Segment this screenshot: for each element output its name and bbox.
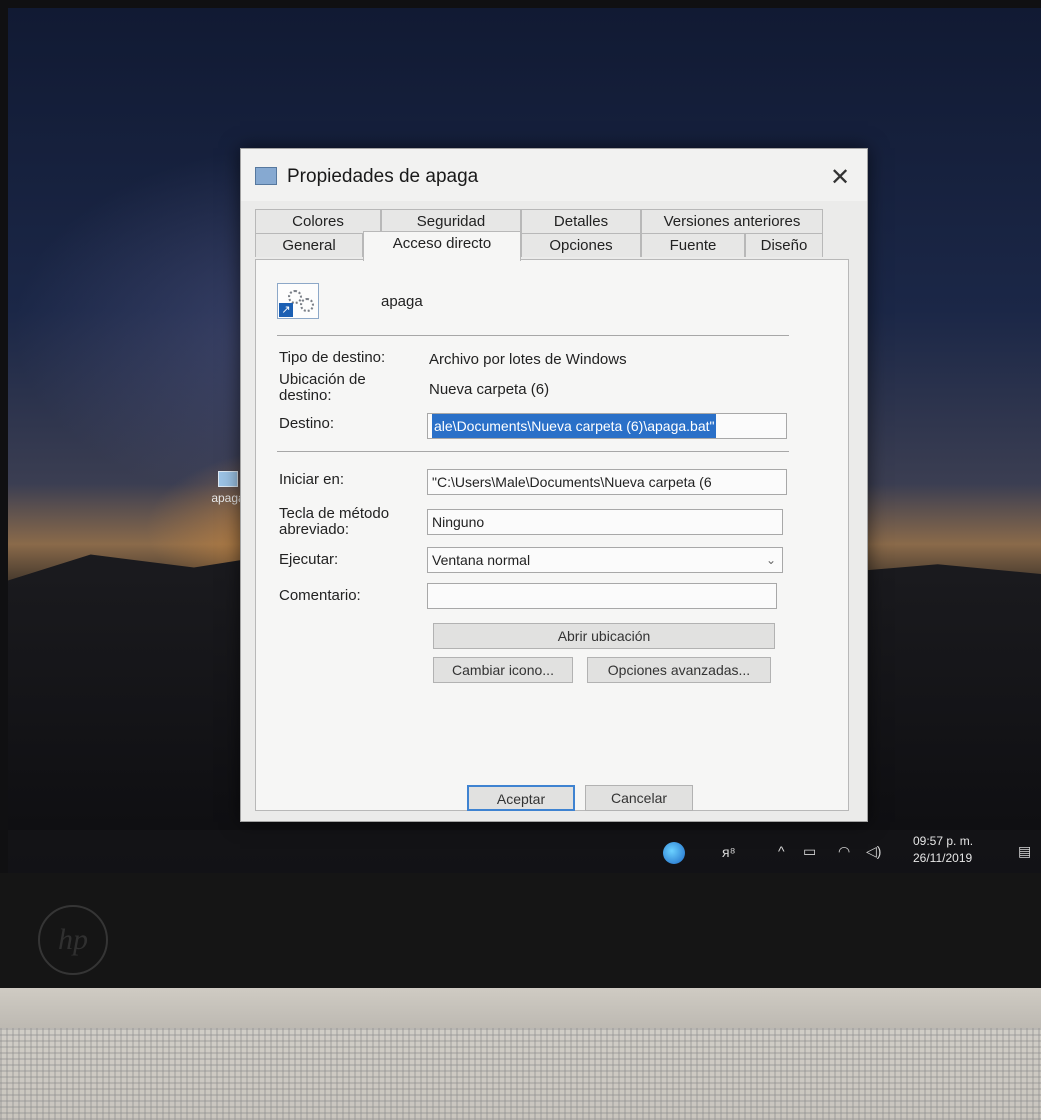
dialog-titlebar[interactable]: Propiedades de apaga ✕ — [241, 149, 867, 201]
shortcut-app-icon — [255, 167, 277, 185]
value-tipo-destino: Archivo por lotes de Windows — [429, 351, 627, 368]
tab-fuente[interactable]: Fuente — [641, 233, 745, 257]
tab-acceso-directo[interactable]: Acceso directo — [363, 231, 521, 261]
chevron-down-icon: ⌄ — [765, 553, 776, 567]
value-ubicacion-destino: Nueva carpeta (6) — [429, 381, 550, 398]
label-iniciar-en: Iniciar en: — [279, 471, 345, 488]
tab-diseno[interactable]: Diseño — [745, 233, 823, 257]
batch-file-icon — [218, 471, 238, 487]
advanced-options-button[interactable]: Opciones avanzadas... — [587, 657, 771, 683]
notifications-icon[interactable]: ▤ — [1018, 843, 1031, 860]
properties-dialog: Propiedades de apaga ✕ Colores Seguridad… — [240, 148, 868, 822]
label-tipo-destino: Tipo de destino: — [279, 349, 386, 366]
label-ubicacion-destino-2: destino: — [279, 387, 332, 404]
divider — [277, 335, 789, 336]
label-tecla-2: abreviado: — [279, 521, 350, 538]
tab-seguridad[interactable]: Seguridad — [381, 209, 521, 233]
change-icon-button[interactable]: Cambiar icono... — [433, 657, 573, 683]
shortcut-key-input[interactable]: Ninguno — [427, 509, 783, 535]
laptop-bezel — [0, 873, 1041, 988]
clock-time[interactable]: 09:57 p. m. — [913, 834, 973, 848]
dialog-title: Propiedades de apaga — [287, 166, 479, 187]
clock-date[interactable]: 26/11/2019 — [913, 851, 972, 865]
label-destino: Destino: — [279, 415, 335, 432]
battery-icon[interactable]: ▭ — [803, 843, 816, 860]
start-in-input[interactable]: "C:\Users\Male\Documents\Nueva carpeta (… — [427, 469, 787, 495]
desktop-screen: apaga ᴙ⁸ ^ ▭ ◠ ◁) 09:57 p. m. 26/11/2019… — [8, 8, 1041, 873]
divider — [277, 451, 789, 452]
tab-detalles[interactable]: Detalles — [521, 209, 641, 233]
label-comentario: Comentario: — [279, 587, 361, 604]
tab-general[interactable]: General — [255, 233, 363, 257]
shortcut-name: apaga — [381, 293, 423, 310]
label-ejecutar: Ejecutar: — [279, 551, 339, 568]
run-select[interactable]: Ventana normal ⌄ — [427, 547, 783, 573]
open-location-button[interactable]: Abrir ubicación — [433, 623, 775, 649]
hp-logo: hp — [38, 905, 108, 975]
label-ubicacion-destino-1: Ubicación de — [279, 371, 366, 388]
close-button[interactable]: ✕ — [827, 165, 853, 191]
target-input-selected-text: ale\Documents\Nueva carpeta (6)\apaga.ba… — [432, 414, 717, 438]
ok-button[interactable]: Aceptar — [467, 785, 575, 811]
tab-colores[interactable]: Colores — [255, 209, 381, 233]
volume-icon[interactable]: ◁) — [866, 843, 881, 860]
network-icon[interactable]: ◠ — [838, 843, 850, 860]
people-icon[interactable]: ᴙ⁸ — [722, 844, 736, 860]
laptop-hinge — [0, 988, 1041, 1028]
label-tecla-1: Tecla de método — [279, 505, 390, 522]
cancel-button[interactable]: Cancelar — [585, 785, 693, 811]
gear-icon — [300, 298, 314, 312]
chevron-up-icon[interactable]: ^ — [778, 843, 785, 859]
globe-icon[interactable] — [663, 842, 685, 864]
comment-input[interactable] — [427, 583, 777, 609]
tab-versiones-anteriores[interactable]: Versiones anteriores — [641, 209, 823, 233]
run-select-value: Ventana normal — [432, 552, 531, 568]
taskbar: ᴙ⁸ ^ ▭ ◠ ◁) 09:57 p. m. 26/11/2019 ▤ — [8, 830, 1041, 873]
tab-opciones[interactable]: Opciones — [521, 233, 641, 257]
target-input[interactable]: ale\Documents\Nueva carpeta (6)\apaga.ba… — [427, 413, 787, 439]
shortcut-arrow-icon: ↗ — [279, 303, 293, 317]
